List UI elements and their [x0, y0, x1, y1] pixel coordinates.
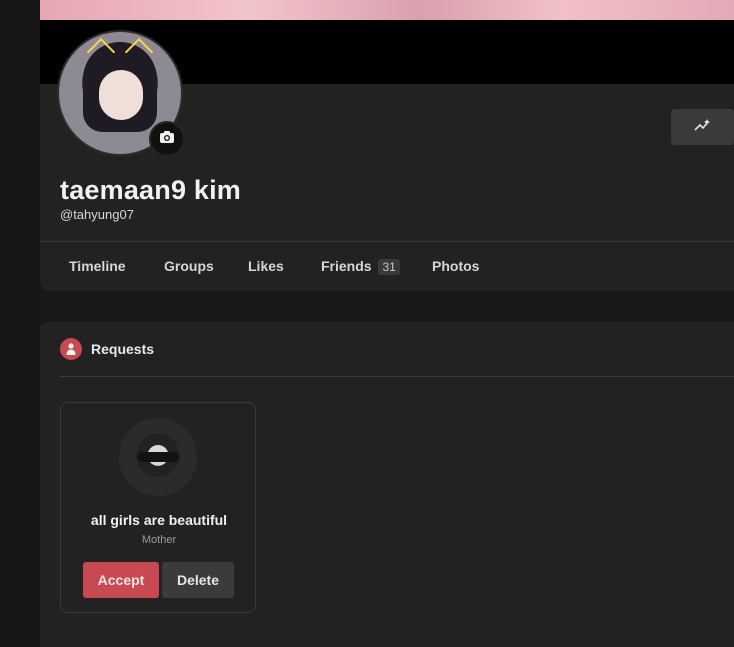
person-request-icon [60, 338, 82, 360]
sparkle-chart-icon [693, 118, 712, 137]
friend-name[interactable]: all girls are beautiful [61, 512, 257, 528]
friend-avatar-glasses [137, 452, 179, 462]
accept-button[interactable]: Accept [83, 562, 159, 598]
friend-request-card: all girls are beautiful Mother Accept De… [60, 402, 256, 613]
delete-button[interactable]: Delete [162, 562, 234, 598]
camera-icon [159, 130, 175, 149]
requests-divider [60, 376, 734, 377]
tab-photos[interactable]: Photos [432, 258, 479, 274]
avatar-face [99, 70, 143, 120]
friend-avatar[interactable] [119, 418, 197, 496]
tab-friends[interactable]: Friends 31 [321, 258, 400, 275]
tab-timeline[interactable]: Timeline [69, 258, 126, 274]
profile-handle: @tahyung07 [60, 207, 134, 222]
tab-likes[interactable]: Likes [248, 258, 284, 274]
profile-name: taemaan9 kim [60, 175, 241, 205]
friends-count-badge: 31 [378, 259, 400, 275]
requests-title: Requests [91, 341, 155, 357]
cover-photo [40, 0, 734, 20]
friend-relation: Mother [141, 534, 177, 546]
left-rail [0, 0, 40, 647]
profile-action-button[interactable] [671, 109, 734, 145]
tab-friends-label: Friends [321, 258, 372, 274]
profile-page: taemaan9 kim @tahyung07 Timeline Groups … [0, 0, 734, 647]
profile-tabs: Timeline Groups Likes Friends 31 Photos [40, 242, 734, 290]
change-avatar-button[interactable] [149, 121, 185, 157]
tab-groups[interactable]: Groups [164, 258, 214, 274]
